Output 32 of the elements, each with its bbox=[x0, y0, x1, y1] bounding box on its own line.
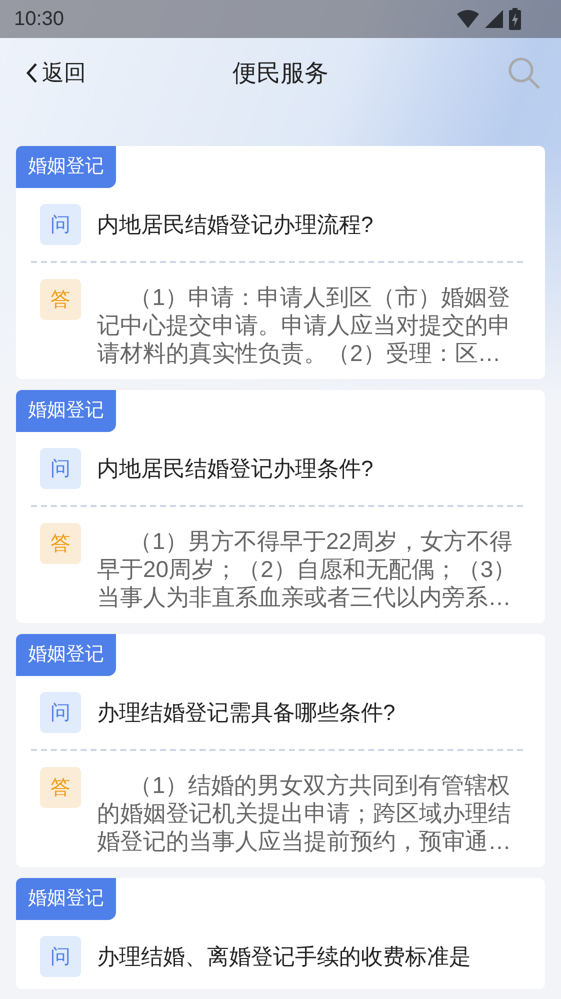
answer-badge: 答 bbox=[40, 767, 81, 808]
faq-card[interactable]: 婚姻登记 问 办理结婚、离婚登记手续的收费标准是 bbox=[16, 878, 545, 989]
battery-icon bbox=[509, 8, 521, 30]
faq-card[interactable]: 婚姻登记 问 办理结婚登记需具备哪些条件? 答 （1）结婚的男女双方共同到有管辖权的婚姻登记机关提出申请；跨区域办理结婚登记的当事人应当提前预约，预审通… bbox=[16, 634, 545, 867]
question-badge: 问 bbox=[40, 204, 81, 245]
question-badge: 问 bbox=[40, 936, 81, 977]
faq-card[interactable]: 婚姻登记 问 内地居民结婚登记办理流程? 答 （1）申请：申请人到区（市）婚姻登记中心提交申请。申请人应当对提交的申请材料的真实性负责。（2）受理：区… bbox=[16, 146, 545, 379]
question-text: 内地居民结婚登记办理条件? bbox=[97, 455, 374, 483]
signal-icon bbox=[485, 10, 503, 28]
chevron-left-icon bbox=[26, 62, 38, 84]
answer-text: （1）结婚的男女双方共同到有管辖权的婚姻登记机关提出申请；跨区域办理结婚登记的当事人应当提前预约，预审通… bbox=[97, 771, 512, 855]
question-text: 办理结婚登记需具备哪些条件? bbox=[97, 699, 396, 727]
search-button[interactable] bbox=[507, 56, 541, 90]
category-tag: 婚姻登记 bbox=[16, 634, 116, 676]
back-label: 返回 bbox=[42, 59, 86, 87]
question-text: 内地居民结婚登记办理流程? bbox=[97, 211, 374, 239]
category-tag: 婚姻登记 bbox=[16, 878, 116, 920]
page-title: 便民服务 bbox=[232, 59, 328, 89]
answer-badge: 答 bbox=[40, 279, 81, 320]
answer-text: （1）男方不得早于22周岁，女方不得早于20周岁；（2）自愿和无配偶；（3）当事人为非直系血亲或者三代以内旁系… bbox=[97, 527, 518, 611]
question-badge: 问 bbox=[40, 448, 81, 489]
answer-text: （1）申请：申请人到区（市）婚姻登记中心提交申请。申请人应当对提交的申请材料的真实性负责。（2）受理：区… bbox=[97, 283, 512, 367]
status-time: 10:30 bbox=[14, 8, 64, 30]
search-icon bbox=[507, 56, 541, 90]
wifi-icon bbox=[457, 10, 479, 28]
question-text: 办理结婚、离婚登记手续的收费标准是 bbox=[97, 943, 471, 971]
back-button[interactable]: 返回 bbox=[26, 58, 86, 88]
faq-card[interactable]: 婚姻登记 问 内地居民结婚登记办理条件? 答 （1）男方不得早于22周岁，女方不得早于20周岁；（2）自愿和无配偶；（3）当事人为非直系血亲或者三代以内旁系… bbox=[16, 390, 545, 623]
question-badge: 问 bbox=[40, 692, 81, 733]
answer-badge: 答 bbox=[40, 523, 81, 564]
category-tag: 婚姻登记 bbox=[16, 146, 116, 188]
category-tag: 婚姻登记 bbox=[16, 390, 116, 432]
